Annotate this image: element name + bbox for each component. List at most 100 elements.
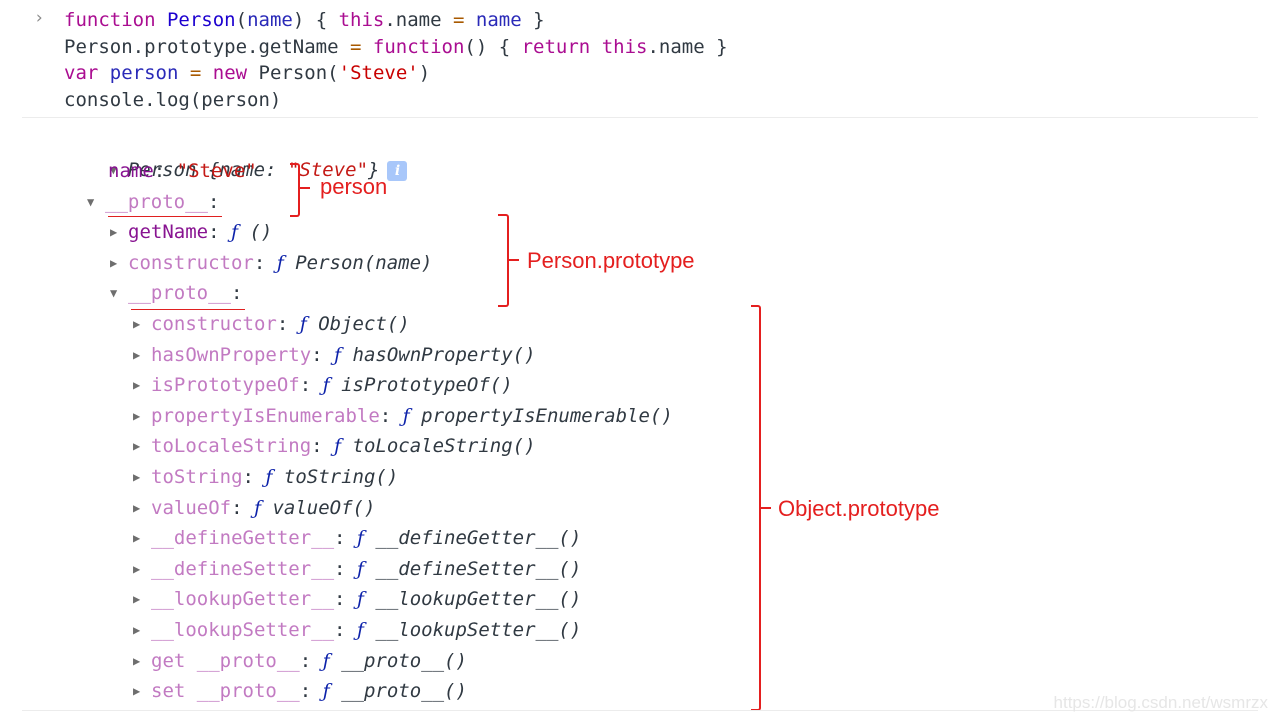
tree-row[interactable]: ▶ hasOwnProperty: ƒ hasOwnProperty() <box>133 340 536 370</box>
code-line: var person = new Person('Steve') <box>64 60 430 86</box>
function-icon: ƒ <box>299 313 307 335</box>
console-divider <box>22 117 1258 118</box>
expand-arrow-right-icon[interactable]: ▶ <box>133 493 151 523</box>
expand-arrow-right-icon[interactable]: ▶ <box>133 309 151 339</box>
expand-arrow-right-icon[interactable]: ▶ <box>133 370 151 400</box>
property-key: set __proto__ <box>151 680 300 703</box>
property-key: hasOwnProperty <box>151 343 312 366</box>
tree-row[interactable]: ▶ toLocaleString: ƒ toLocaleString() <box>133 431 536 461</box>
object-prototype-bracket-tick <box>761 507 771 509</box>
tree-row[interactable]: ▶ __defineSetter__: ƒ __defineSetter__() <box>133 554 581 584</box>
code-token: name <box>475 9 522 31</box>
expand-arrow-right-icon[interactable]: ▶ <box>133 431 151 461</box>
function-icon: ƒ <box>322 649 330 672</box>
code-token: = <box>189 62 202 84</box>
proto-underline-1 <box>108 216 222 217</box>
expand-arrow-down-icon[interactable]: ▼ <box>87 187 105 217</box>
person-annotation: person <box>320 174 388 199</box>
expand-arrow-right-icon[interactable]: ▶ <box>133 676 151 706</box>
expand-arrow-right-icon[interactable]: ▶ <box>133 615 151 645</box>
object-prototype-annotation: Object.prototype <box>778 496 940 521</box>
property-value: __proto__() <box>329 649 467 672</box>
tree-row[interactable]: ▶ valueOf: ƒ valueOf() <box>133 493 375 523</box>
function-icon: ƒ <box>356 557 364 580</box>
code-line: Person.prototype.getName = function() { … <box>64 34 728 60</box>
function-icon: ƒ <box>276 251 284 274</box>
tree-row[interactable]: name: "Steve" <box>108 156 257 186</box>
tree-row[interactable]: ▶ getName: ƒ () <box>110 217 272 247</box>
person-bracket-tick <box>300 187 310 189</box>
chevron-right-icon: › <box>34 8 45 28</box>
tree-root-row[interactable]: ▼ Person {name: "Steve"} i <box>64 125 408 181</box>
property-separator: : <box>207 190 220 213</box>
property-value: propertyIsEnumerable() <box>409 404 673 427</box>
code-token: () { <box>464 35 522 58</box>
property-separator: : <box>230 282 243 305</box>
tree-row[interactable]: ▶ constructor: ƒ Person(name) <box>110 248 433 278</box>
expand-arrow-down-icon[interactable]: ▼ <box>110 278 128 308</box>
code-line: function Person(name) { this.name = name… <box>64 7 545 33</box>
property-value: Object() <box>306 313 410 335</box>
property-value: __defineGetter__() <box>363 527 582 550</box>
person-bracket <box>290 163 300 217</box>
code-token: ) { <box>292 9 339 31</box>
property-separator: : <box>334 557 357 580</box>
expand-arrow-right-icon[interactable]: ▶ <box>110 248 128 278</box>
tree-row[interactable]: ▶ toString: ƒ toString() <box>133 462 398 492</box>
tree-row[interactable]: ▼ __proto__: <box>110 278 242 308</box>
expand-arrow-right-icon[interactable]: ▶ <box>133 340 151 370</box>
function-icon: ƒ <box>230 221 239 244</box>
tree-row[interactable]: ▶ __lookupSetter__: ƒ __lookupSetter__() <box>133 615 581 645</box>
expand-arrow-right-icon[interactable]: ▶ <box>133 401 151 431</box>
property-separator: : <box>253 251 277 274</box>
code-token: function <box>372 35 465 58</box>
info-icon[interactable]: i <box>387 160 408 181</box>
property-separator: : <box>276 313 300 335</box>
tree-row[interactable]: ▶ constructor: ƒ Object() <box>133 309 410 339</box>
property-value: toLocaleString() <box>341 435 536 458</box>
property-key: isPrototypeOf <box>151 374 300 397</box>
expand-arrow-right-icon[interactable]: ▶ <box>133 646 151 676</box>
expand-arrow-right-icon[interactable]: ▶ <box>133 523 151 553</box>
expand-arrow-right-icon[interactable]: ▶ <box>133 584 151 614</box>
property-value: __lookupGetter__() <box>363 588 582 611</box>
code-token: Person <box>166 9 236 31</box>
expand-arrow-right-icon[interactable]: ▶ <box>133 554 151 584</box>
tree-row[interactable]: ▶ get __proto__: ƒ __proto__() <box>133 646 467 676</box>
property-separator: : <box>311 435 335 458</box>
property-separator: : <box>334 619 357 641</box>
code-line: console.log(person) <box>64 87 281 113</box>
tree-row[interactable]: ▼ __proto__: <box>87 187 219 217</box>
expand-arrow-right-icon[interactable]: ▶ <box>110 217 128 247</box>
property-key: valueOf <box>151 496 232 519</box>
tree-row[interactable]: ▶ set __proto__: ƒ __proto__() <box>133 676 467 706</box>
tree-row[interactable]: ▶ propertyIsEnumerable: ƒ propertyIsEnume… <box>133 401 673 431</box>
property-separator: : <box>299 680 323 703</box>
expand-arrow-right-icon[interactable]: ▶ <box>133 462 151 492</box>
tree-row[interactable]: ▶ __defineGetter__: ƒ __defineGetter__() <box>133 523 581 553</box>
function-icon: ƒ <box>322 374 330 397</box>
property-value: valueOf() <box>261 496 376 519</box>
code-token: name <box>247 9 293 31</box>
function-icon: ƒ <box>253 496 262 519</box>
tree-row[interactable]: ▶ __lookupGetter__: ƒ __lookupGetter__() <box>133 584 581 614</box>
function-icon: ƒ <box>322 680 330 703</box>
property-value: hasOwnProperty() <box>341 343 536 366</box>
person-prototype-bracket-tick <box>509 259 519 261</box>
property-value: toString() <box>272 466 399 488</box>
code-token: new <box>212 62 248 84</box>
tree-row[interactable]: ▶ isPrototypeOf: ƒ isPrototypeOf() <box>133 370 513 400</box>
console-input-block: › function Person(name) { this.name = na… <box>0 0 1280 118</box>
person-prototype-annotation: Person.prototype <box>527 248 695 273</box>
code-token: var <box>64 62 99 84</box>
property-separator: : <box>242 466 266 488</box>
watermark: https://blog.csdn.net/wsmrzx <box>1053 693 1268 712</box>
property-key: toString <box>151 466 243 488</box>
function-icon: ƒ <box>356 619 364 641</box>
code-token: Person.prototype.getName <box>64 35 350 58</box>
property-value: () <box>238 221 273 244</box>
